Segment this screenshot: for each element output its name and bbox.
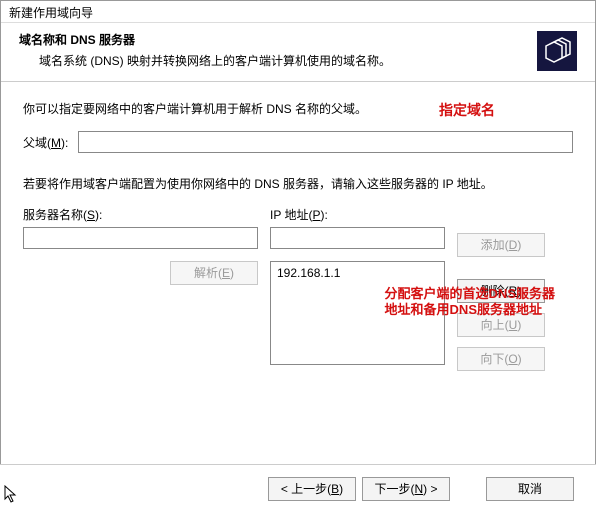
header-title: 域名称和 DNS 服务器: [19, 31, 527, 48]
list-item[interactable]: 192.168.1.1: [277, 266, 438, 280]
wizard-window: 新建作用域向导 域名称和 DNS 服务器 域名系统 (DNS) 映射并转换网络上…: [0, 0, 596, 512]
server-name-column: 服务器名称(S): 解析(E): [23, 206, 258, 371]
back-button[interactable]: < 上一步(B): [268, 477, 356, 501]
annotation-specify-domain: 指定域名: [439, 100, 495, 120]
parent-domain-input[interactable]: [78, 131, 573, 153]
ip-input[interactable]: [270, 227, 445, 249]
window-title: 新建作用域向导: [9, 6, 93, 20]
header-text: 域名称和 DNS 服务器 域名系统 (DNS) 映射并转换网络上的客户端计算机使…: [19, 31, 527, 71]
header-subtitle: 域名系统 (DNS) 映射并转换网络上的客户端计算机使用的域名称。: [39, 52, 527, 69]
ip-label: IP 地址(P):: [270, 206, 445, 223]
server-name-input[interactable]: [23, 227, 258, 249]
dns-instruction: 若要将作用域客户端配置为使用你网络中的 DNS 服务器，请输入这些服务器的 IP…: [23, 175, 573, 192]
footer: < 上一步(B) 下一步(N) > 取消: [0, 464, 596, 512]
server-name-label: 服务器名称(S):: [23, 206, 258, 223]
resolve-button[interactable]: 解析(E): [170, 261, 258, 285]
parent-domain-row: 父域(M):: [23, 131, 573, 153]
next-button[interactable]: 下一步(N) >: [362, 477, 450, 501]
cancel-button[interactable]: 取消: [486, 477, 574, 501]
down-button[interactable]: 向下(O): [457, 347, 545, 371]
parent-domain-label: 父域(M):: [23, 134, 68, 151]
content-area: 指定域名 你可以指定要网络中的客户端计算机用于解析 DNS 名称的父域。 父域(…: [1, 82, 595, 381]
add-button[interactable]: 添加(D): [457, 233, 545, 257]
folder-stack-icon: [537, 31, 577, 71]
annotation-dns-address: 分配客户端的首选DNS服务器 地址和备用DNS服务器地址: [385, 286, 555, 319]
header: 域名称和 DNS 服务器 域名系统 (DNS) 映射并转换网络上的客户端计算机使…: [1, 23, 595, 82]
titlebar: 新建作用域向导: [1, 1, 595, 23]
